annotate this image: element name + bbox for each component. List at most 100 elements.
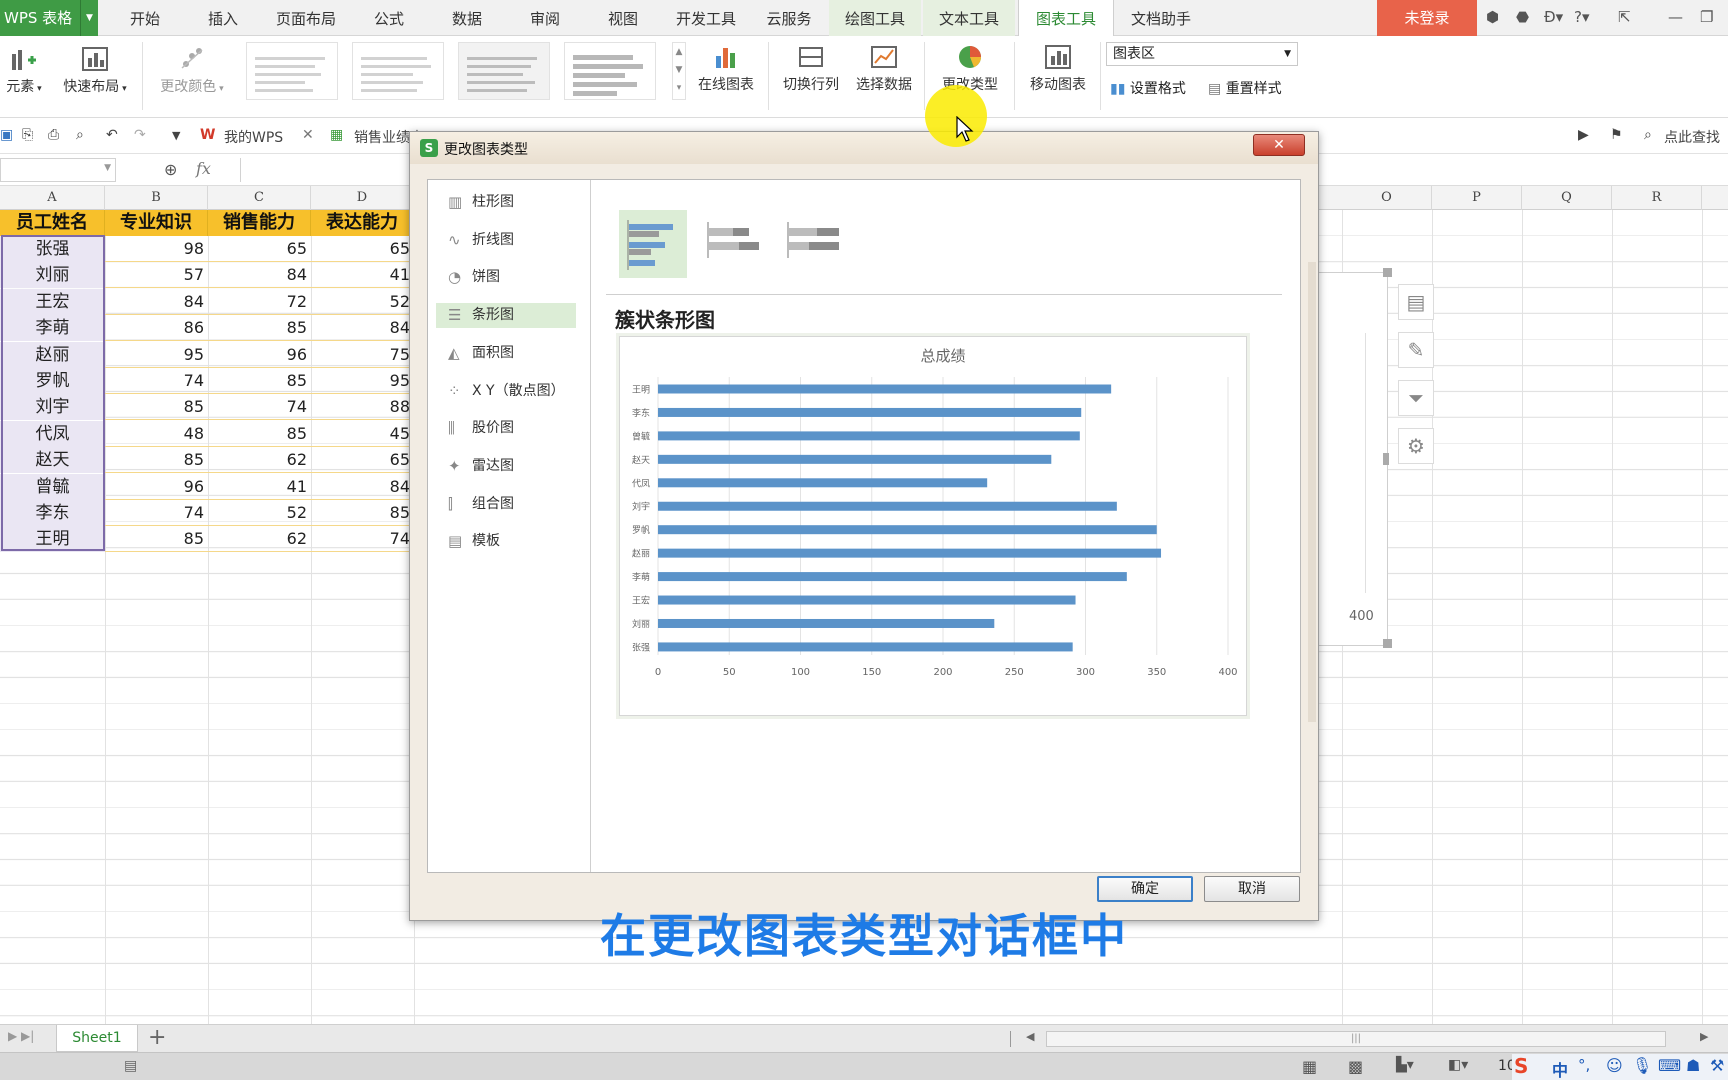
close-icon[interactable]: ✕ [302, 127, 314, 143]
punctuation-icon[interactable]: °, [1578, 1056, 1590, 1074]
redo-icon[interactable]: ↷ [134, 127, 146, 143]
score-cell[interactable]: 65 [311, 236, 414, 262]
add-sheet-icon[interactable]: + [148, 1025, 166, 1050]
column-header-cell[interactable]: C [208, 186, 311, 210]
style-gallery-scroll[interactable]: ▲ ▼ ▾ [672, 42, 686, 100]
score-cell[interactable]: 84 [311, 315, 414, 342]
column-header-cell[interactable]: Q [1522, 186, 1612, 210]
menu-tab[interactable]: 云服务 [752, 0, 826, 36]
settings-icon[interactable]: ⬣ [1516, 8, 1529, 26]
score-cell[interactable]: 75 [311, 342, 414, 368]
search-icon[interactable]: ⌕ [1644, 127, 1652, 143]
skin-icon[interactable]: ⬢ [1486, 8, 1499, 26]
export-pdf-icon[interactable]: ⎘ [22, 127, 33, 143]
table-header-cell[interactable]: 销售能力 [208, 210, 311, 236]
eye-protect-icon[interactable]: ◧▾ [1448, 1057, 1468, 1073]
score-cell[interactable]: 85 [105, 447, 208, 474]
keyboard-icon[interactable]: ⌨ [1658, 1056, 1681, 1075]
print-icon[interactable]: ⎙ [48, 127, 59, 143]
reading-mode-icon[interactable]: ▙▾ [1396, 1057, 1414, 1073]
online-chart-button[interactable]: 在线图表 [690, 44, 762, 94]
employee-name-cell[interactable]: 王明 [0, 526, 105, 553]
save-icon[interactable]: ▣ [0, 127, 13, 143]
score-cell[interactable]: 96 [208, 342, 311, 368]
chart-style-thumb-3[interactable] [458, 42, 550, 100]
employee-name-cell[interactable]: 代凤 [0, 420, 105, 447]
app-menu-button[interactable]: WPS 表格 ▼ [0, 0, 98, 36]
chart-settings-gear-icon[interactable]: ⚙ [1398, 428, 1434, 464]
search-label[interactable]: 点此查找 [1664, 127, 1720, 147]
score-cell[interactable]: 95 [311, 368, 414, 394]
column-header-cell[interactable]: R [1612, 186, 1702, 210]
resize-handle[interactable] [1383, 268, 1392, 277]
chart-type-item[interactable]: ◭ 面积图 [436, 341, 576, 366]
menu-tab[interactable]: 开始 [112, 0, 178, 36]
score-cell[interactable]: 85 [105, 394, 208, 421]
undo-icon[interactable]: ↶ [106, 127, 118, 143]
voice-icon[interactable]: 🎙 [1632, 1056, 1652, 1075]
chart-type-item[interactable]: ▥ 柱形图 [436, 190, 576, 215]
chart-style-thumb-2[interactable] [352, 42, 444, 100]
chart-element-select[interactable]: 图表区 ▼ [1106, 42, 1298, 66]
scroll-left-icon[interactable]: ◀ [1026, 1030, 1034, 1043]
subtype-stacked-bar[interactable] [699, 210, 767, 278]
restore-window-icon[interactable]: ❐ [1700, 8, 1713, 26]
employee-name-cell[interactable]: 李东 [0, 500, 105, 526]
menu-tab[interactable]: 公式 [356, 0, 422, 36]
resize-handle[interactable] [1383, 639, 1392, 648]
scroll-right-icon[interactable]: ▶ [1700, 1030, 1708, 1043]
change-color-button[interactable]: 更改颜色 ▾ [152, 46, 232, 96]
subtype-percent-stacked-bar[interactable] [779, 210, 847, 278]
score-cell[interactable]: 85 [208, 368, 311, 394]
dictionary-icon[interactable]: Ð▾ [1544, 8, 1563, 26]
score-cell[interactable]: 52 [311, 289, 414, 315]
employee-name-cell[interactable]: 刘宇 [0, 394, 105, 421]
employee-name-cell[interactable]: 王宏 [0, 288, 105, 315]
ok-button[interactable]: 确定 [1097, 876, 1193, 902]
customize-toolbar-icon[interactable]: ▼ [172, 129, 180, 142]
score-cell[interactable]: 74 [311, 526, 414, 553]
score-cell[interactable]: 96 [105, 474, 208, 500]
login-button[interactable]: 未登录 [1377, 0, 1477, 36]
switch-row-col-button[interactable]: 切换行列 [776, 44, 846, 94]
column-header-cell[interactable]: O [1342, 186, 1432, 210]
column-header-cell[interactable]: D [311, 186, 414, 210]
macro-record-icon[interactable]: ▤ [124, 1058, 137, 1074]
menu-tab[interactable]: 审阅 [512, 0, 578, 36]
score-cell[interactable]: 41 [208, 474, 311, 500]
score-cell[interactable]: 62 [208, 447, 311, 474]
chart-filter-icon[interactable]: ⏷ [1398, 380, 1434, 416]
emoji-icon[interactable]: ☺ [1606, 1056, 1623, 1075]
chart-type-item[interactable]: ✦ 雷达图 [436, 454, 576, 479]
table-header-cell[interactable]: 专业知识 [105, 210, 208, 236]
tools-icon[interactable]: ⚒ [1710, 1056, 1724, 1075]
employee-name-cell[interactable]: 李萌 [0, 315, 105, 342]
score-cell[interactable]: 95 [105, 342, 208, 368]
score-cell[interactable]: 72 [208, 289, 311, 315]
score-cell[interactable]: 41 [311, 262, 414, 289]
name-box[interactable]: ▼ [0, 158, 116, 182]
employee-name-cell[interactable]: 刘丽 [0, 262, 105, 289]
minimize-icon[interactable]: — [1668, 8, 1683, 26]
chart-type-item[interactable]: ⫿ 组合图 [436, 492, 576, 517]
score-cell[interactable]: 86 [105, 315, 208, 342]
table-header-cell[interactable]: 表达能力 [311, 210, 414, 236]
chart-type-item[interactable]: ▤ 模板 [436, 529, 576, 554]
chart-type-item[interactable]: ◔ 饼图 [436, 265, 576, 290]
menu-tab[interactable]: 文本工具 [923, 0, 1015, 36]
chart-type-item[interactable]: ☰ 条形图 [436, 303, 576, 329]
menu-tab[interactable]: 数据 [434, 0, 500, 36]
help-icon[interactable]: ?▾ [1574, 8, 1590, 26]
score-cell[interactable]: 88 [311, 394, 414, 421]
horizontal-scrollbar[interactable]: ||| [1046, 1031, 1666, 1047]
add-element-button[interactable]: 元素 ▾ [0, 46, 48, 96]
menu-tab[interactable]: 页面布局 [265, 0, 347, 36]
print-preview-icon[interactable]: ⌕ [76, 127, 84, 143]
chart-type-item[interactable]: ⁘ X Y（散点图） [436, 379, 576, 404]
chart-style-thumb-1[interactable] [246, 42, 338, 100]
set-format-button[interactable]: ▮▮ 设置格式 [1110, 78, 1186, 98]
cancel-button[interactable]: 取消 [1204, 876, 1300, 902]
score-cell[interactable]: 48 [105, 421, 208, 447]
score-cell[interactable]: 74 [105, 500, 208, 526]
chart-style-brush-icon[interactable]: ✎ [1398, 332, 1434, 368]
